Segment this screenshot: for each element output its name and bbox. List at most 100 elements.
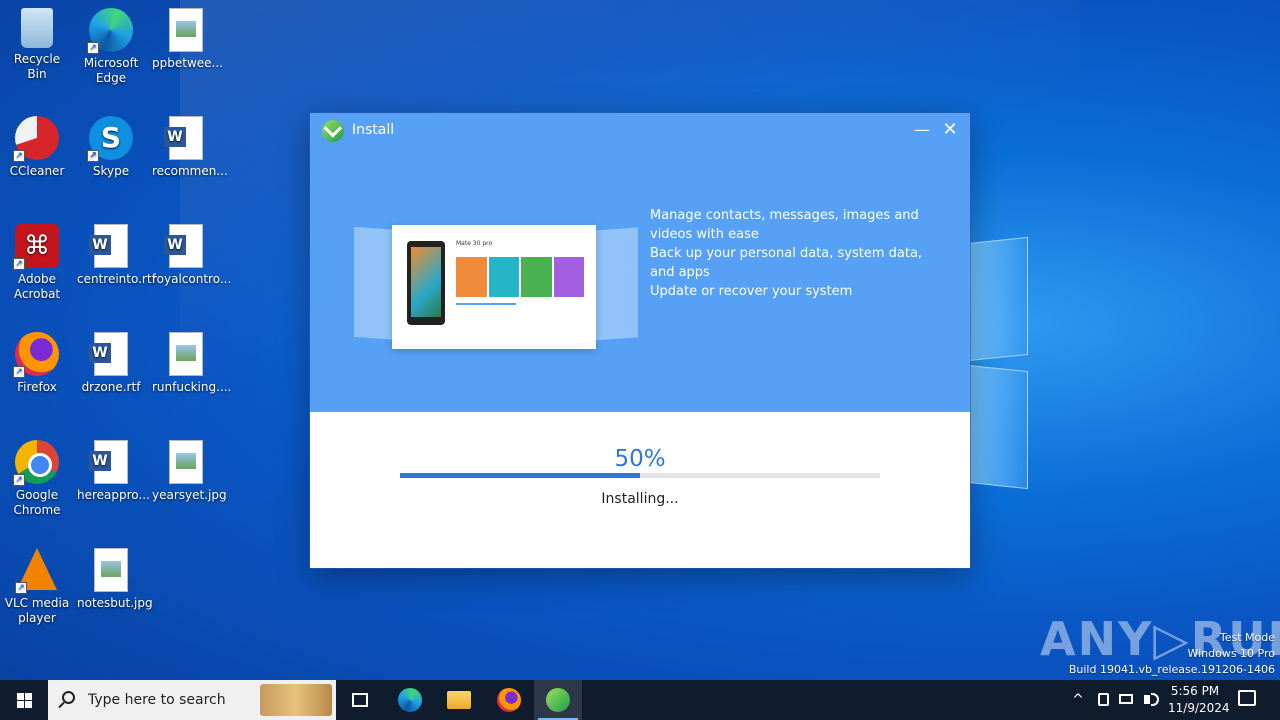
volume-icon[interactable] (1140, 680, 1162, 720)
desktop-icon-ccleaner[interactable]: ↗ CCleaner (1, 116, 73, 179)
edge-icon: ↗ (87, 8, 133, 54)
shortcut-arrow-icon: ↗ (87, 150, 99, 162)
build-text: Build 19041.vb_release.191206-1406 (1068, 663, 1275, 676)
test-mode-text: Test Mode (1219, 631, 1275, 644)
firefox-icon: ↗ (13, 332, 59, 378)
title-bar[interactable]: Install — ✕ (310, 113, 970, 147)
desktop-icon-label: Skype (92, 164, 130, 178)
taskbar-search-box[interactable]: Type here to search (48, 680, 336, 720)
desktop-icon-yearsyet[interactable]: yearsyet.jpg (150, 440, 227, 503)
word-document-icon: W (164, 224, 203, 268)
install-progress-panel: 50% Installing... (310, 412, 970, 568)
close-button[interactable]: ✕ (936, 117, 964, 143)
shortcut-arrow-icon: ↗ (13, 474, 25, 486)
window-title: Install (352, 122, 395, 138)
search-icon (62, 691, 75, 704)
word-document-icon: W (89, 332, 128, 376)
minimize-button[interactable]: — (908, 117, 936, 143)
clock-date: 11/9/2024 (1168, 701, 1230, 715)
edge-icon (398, 688, 422, 712)
desktop-icon-label: VLC media player (4, 596, 70, 625)
desktop-icon-label: ppbetwee... (152, 56, 223, 70)
desktop-icon-drzone[interactable]: W drzone.rtf (75, 332, 147, 395)
desktop-icon-recommen[interactable]: W recommen... (150, 116, 228, 179)
shortcut-arrow-icon: ↗ (13, 258, 25, 270)
taskbar-edge[interactable] (386, 680, 434, 720)
network-icon[interactable] (1116, 680, 1136, 720)
tray-app-icon[interactable] (1094, 680, 1112, 720)
desktop-icon-label: Adobe Acrobat (13, 272, 61, 301)
clock-time: 5:56 PM (1170, 684, 1220, 698)
search-placeholder: Type here to search (88, 692, 226, 708)
recycle-bin-icon (21, 8, 53, 48)
notification-center-icon[interactable] (1238, 690, 1256, 706)
feature-item: Update or recover your system (650, 284, 853, 299)
device-icon (1098, 693, 1109, 706)
install-header-panel: Install — ✕ Mate 30 pro Manage contacts,… (310, 113, 970, 412)
progress-percent: 50% (614, 446, 666, 472)
feature-item: Back up your personal data, system data,… (650, 246, 923, 280)
desktop-icon-edge[interactable]: ↗ Microsoft Edge (75, 8, 147, 86)
start-button[interactable] (0, 680, 48, 720)
system-info-watermark: Test Mode Windows 10 Pro Build 19041.vb_… (1069, 630, 1275, 678)
desktop-icon-adobe-acrobat[interactable]: ⌘ ↗ Adobe Acrobat (1, 224, 73, 302)
preview-device-title: Mate 30 pro (456, 240, 493, 247)
desktop-icon-vlc[interactable]: ↗ VLC media player (1, 548, 73, 626)
desktop-icon-label: Microsoft Edge (83, 56, 139, 85)
skype-icon: S ↗ (87, 116, 133, 162)
desktop-icon-label: hereappro... (77, 488, 150, 502)
taskbar-file-explorer[interactable] (435, 680, 483, 720)
image-file-icon (169, 8, 203, 52)
desktop-icon-google-chrome[interactable]: ↗ Google Chrome (1, 440, 73, 518)
firefox-icon (497, 688, 521, 712)
shortcut-arrow-icon: ↗ (15, 582, 27, 594)
vlc-icon: ↗ (15, 548, 57, 594)
shortcut-arrow-icon: ↗ (13, 150, 25, 162)
image-file-icon (94, 548, 128, 592)
progress-bar-fill (400, 473, 640, 478)
desktop-icon-label: yearsyet.jpg (152, 488, 227, 502)
word-document-icon: W (164, 116, 203, 160)
taskbar-installer[interactable] (534, 680, 582, 720)
desktop-icon-label: Recycle Bin (13, 52, 61, 81)
task-view-button[interactable] (336, 680, 384, 720)
app-logo-icon (322, 120, 344, 142)
word-document-icon: W (89, 224, 128, 268)
install-status: Installing... (601, 491, 679, 507)
desktop-icon-label: centreinto.rtf (77, 272, 156, 286)
desktop-icon-runfucking[interactable]: runfucking.... (150, 332, 231, 395)
search-highlight-image (260, 684, 332, 716)
install-window: Install — ✕ Mate 30 pro Manage contacts,… (310, 113, 970, 568)
chrome-icon: ↗ (13, 440, 59, 486)
app-logo-icon (546, 688, 570, 712)
desktop-icon-label: CCleaner (9, 164, 65, 178)
desktop-icon-firefox[interactable]: ↗ Firefox (1, 332, 73, 395)
desktop-icon-label: Google Chrome (13, 488, 61, 517)
desktop-icon-skype[interactable]: S ↗ Skype (75, 116, 147, 179)
desktop-icon-recycle-bin[interactable]: Recycle Bin (1, 8, 73, 82)
progress-bar (400, 473, 880, 478)
desktop-icon-notesbut[interactable]: notesbut.jpg (75, 548, 153, 611)
desktop-icon-label: drzone.rtf (81, 380, 141, 394)
feature-item: Manage contacts, messages, images and vi… (650, 208, 919, 242)
desktop-icon-royalcontro[interactable]: W royalcontro... (150, 224, 232, 287)
desktop-icon-hereappro[interactable]: W hereappro... (75, 440, 150, 503)
shortcut-arrow-icon: ↗ (13, 366, 25, 378)
ccleaner-icon: ↗ (13, 116, 59, 162)
desktop-icon-ppbetwee[interactable]: ppbetwee... (150, 8, 223, 71)
acrobat-icon: ⌘ ↗ (13, 224, 59, 270)
shortcut-arrow-icon: ↗ (87, 42, 99, 54)
taskbar-firefox[interactable] (485, 680, 533, 720)
edition-text: Windows 10 Pro (1187, 647, 1275, 660)
taskbar-clock[interactable]: 5:56 PM 11/9/2024 (1168, 683, 1230, 717)
tray-overflow-chevron[interactable]: ^ (1068, 680, 1088, 720)
image-file-icon (169, 332, 203, 376)
windows-wallpaper-logo (968, 236, 1030, 492)
phone-illustration (407, 241, 445, 325)
product-preview-illustration: Mate 30 pro (354, 211, 638, 353)
desktop-icon-label: royalcontro... (152, 272, 232, 286)
image-file-icon (169, 440, 203, 484)
desktop-icon-centreinto[interactable]: W centreinto.rtf (75, 224, 156, 287)
desktop-icon-label: notesbut.jpg (77, 596, 153, 610)
word-document-icon: W (89, 440, 128, 484)
